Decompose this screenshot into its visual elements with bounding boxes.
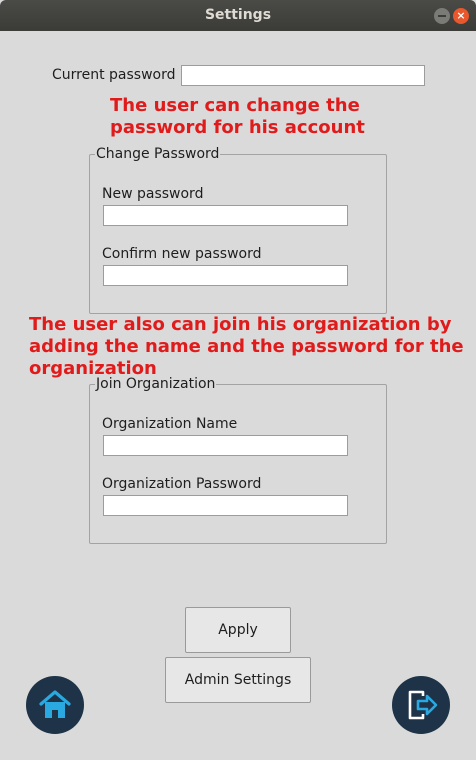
join-organization-group: Join Organization Organization Name Orga… — [89, 376, 387, 544]
organization-name-input[interactable] — [103, 435, 348, 456]
organization-name-label: Organization Name — [102, 416, 238, 432]
note-line: The user also can join his organization … — [29, 314, 452, 335]
confirm-password-label: Confirm new password — [102, 246, 262, 262]
change-password-note: The user can change the password for his… — [110, 95, 365, 139]
new-password-input[interactable] — [103, 205, 348, 226]
settings-panel: Current password The user can change the… — [0, 31, 476, 760]
new-password-label: New password — [102, 186, 204, 202]
change-password-group: Change Password New password Confirm new… — [89, 146, 387, 314]
close-button[interactable]: × — [453, 8, 469, 24]
admin-settings-button[interactable]: Admin Settings — [165, 657, 311, 703]
window-title: Settings — [204, 7, 272, 23]
join-organization-note: The user also can join his organization … — [29, 314, 464, 380]
note-line: The user can change the — [110, 95, 360, 116]
minimize-button[interactable] — [434, 8, 450, 24]
apply-button[interactable]: Apply — [185, 607, 291, 653]
logout-icon — [408, 690, 438, 720]
current-password-label: Current password — [52, 67, 176, 83]
note-line: password for his account — [110, 117, 365, 138]
home-button[interactable] — [26, 676, 84, 734]
organization-password-input[interactable] — [103, 495, 348, 516]
home-icon — [39, 690, 71, 718]
current-password-input[interactable] — [181, 65, 425, 86]
join-organization-group-title: Join Organization — [95, 376, 217, 392]
note-line: adding the name and the password for the — [29, 336, 464, 357]
window-titlebar: Settings × — [0, 0, 476, 31]
organization-password-label: Organization Password — [102, 476, 262, 492]
confirm-password-input[interactable] — [103, 265, 348, 286]
logout-button[interactable] — [392, 676, 450, 734]
change-password-group-title: Change Password — [95, 146, 221, 162]
